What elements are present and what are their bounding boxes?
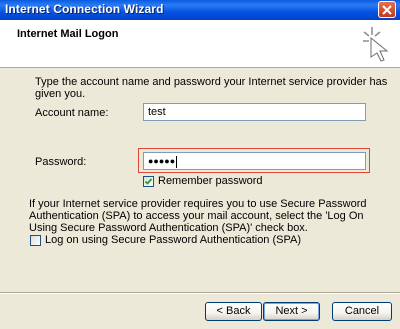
cancel-button[interactable]: Cancel bbox=[332, 302, 392, 321]
wizard-window: Internet Connection Wizard Internet Mail… bbox=[0, 0, 400, 329]
next-button[interactable]: Next > bbox=[263, 302, 320, 321]
text-cursor bbox=[176, 155, 178, 168]
window-title: Internet Connection Wizard bbox=[5, 2, 164, 16]
remember-password-checkbox[interactable] bbox=[143, 176, 154, 187]
wizard-sparkle-icon bbox=[363, 27, 389, 62]
instruction-text: Type the account name and password your … bbox=[35, 76, 388, 100]
checkmark-icon bbox=[144, 178, 153, 185]
account-name-label: Account name: bbox=[35, 107, 109, 119]
close-icon bbox=[382, 5, 392, 15]
password-input[interactable]: ●●●●● bbox=[143, 152, 366, 170]
wizard-header: Internet Mail Logon bbox=[0, 20, 400, 68]
spa-checkbox[interactable] bbox=[30, 235, 41, 246]
wizard-content: Type the account name and password your … bbox=[0, 68, 400, 292]
spa-info-text: If your Internet service provider requir… bbox=[29, 198, 367, 234]
password-label: Password: bbox=[35, 156, 87, 168]
remember-password-label: Remember password bbox=[158, 175, 263, 187]
page-title: Internet Mail Logon bbox=[17, 28, 119, 40]
wizard-footer: < Back Next > Cancel bbox=[0, 292, 400, 329]
title-bar[interactable]: Internet Connection Wizard bbox=[0, 0, 400, 20]
spa-checkbox-label: Log on using Secure Password Authenticat… bbox=[45, 234, 302, 246]
back-button[interactable]: < Back bbox=[205, 302, 262, 321]
account-name-input[interactable]: test bbox=[143, 103, 366, 121]
close-button[interactable] bbox=[378, 1, 396, 18]
password-mask: ●●●●● bbox=[148, 156, 176, 166]
